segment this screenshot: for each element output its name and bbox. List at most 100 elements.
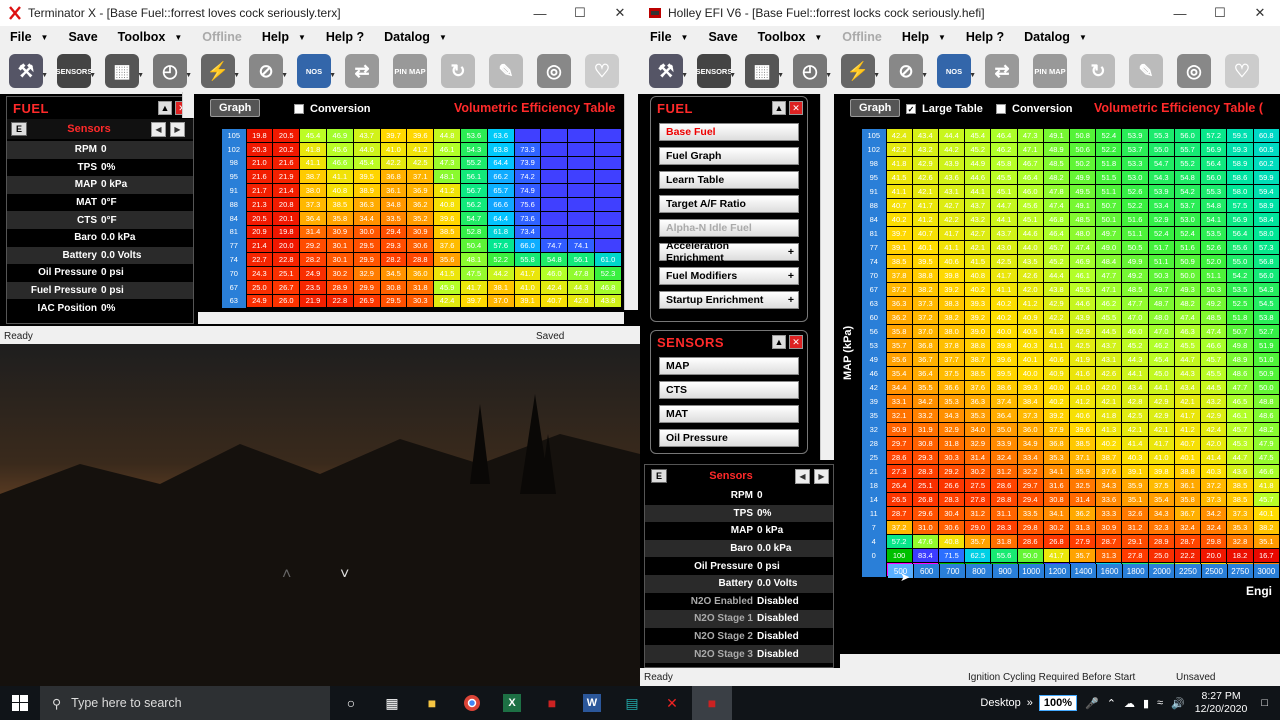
- ve-cell[interactable]: 49.3: [1173, 282, 1202, 297]
- ve-cell[interactable]: 46.8: [594, 279, 622, 295]
- ve-cell[interactable]: 48.2: [1252, 422, 1280, 437]
- ve-cell[interactable]: 37.2: [885, 282, 913, 297]
- ve-cell[interactable]: 53.6: [460, 128, 488, 143]
- ve-cell[interactable]: [567, 155, 596, 171]
- ve-cell[interactable]: 54.8: [540, 252, 569, 267]
- ve-cell[interactable]: 27.8: [1121, 548, 1149, 563]
- ve-cell[interactable]: 73.9: [513, 155, 542, 171]
- ve-cell[interactable]: [567, 141, 596, 157]
- ve-cell[interactable]: 52.0: [1200, 254, 1228, 269]
- ve-cell[interactable]: 46.9: [325, 128, 354, 143]
- ve-cell[interactable]: 44.2: [486, 265, 515, 281]
- ve-cell[interactable]: 25.0: [245, 279, 274, 295]
- right-ve-table[interactable]: 105 42.4 43.4 44.4 45.4 46.4 47.3 49.1 50.8 52.4 5…: [862, 128, 1280, 577]
- ve-cell[interactable]: 37.5: [937, 366, 966, 381]
- goggles-button[interactable]: ◎: [1170, 51, 1218, 91]
- ve-cell[interactable]: 57.6: [486, 238, 515, 254]
- ve-cell[interactable]: 44.3: [1121, 352, 1149, 367]
- ve-cell[interactable]: 32.4: [1173, 520, 1202, 535]
- ve-cell[interactable]: 26.5: [885, 492, 913, 507]
- ve-cell[interactable]: 41.2: [1016, 296, 1044, 311]
- ve-cell[interactable]: 52.9: [1147, 212, 1175, 227]
- ve-cell[interactable]: 27.3: [885, 464, 913, 479]
- ve-cell[interactable]: 59.3: [1226, 142, 1254, 157]
- ve-cell[interactable]: 50.9: [1252, 366, 1280, 381]
- injector-button[interactable]: ⚒ ▼: [2, 51, 50, 91]
- ve-cell[interactable]: 36.8: [911, 338, 939, 353]
- ve-cell[interactable]: 39.6: [1069, 422, 1097, 437]
- transfer-button[interactable]: ⇄: [338, 51, 386, 91]
- ve-cell[interactable]: 74.9: [513, 183, 542, 198]
- ve-cell[interactable]: 46.1: [1069, 268, 1097, 283]
- ve-cell[interactable]: 41.1: [299, 155, 327, 171]
- ve-cell[interactable]: 32.2: [1016, 464, 1044, 479]
- ve-cell[interactable]: 73.3: [513, 141, 542, 157]
- dropdown-caret-icon[interactable]: ▼: [89, 72, 96, 79]
- ve-cell[interactable]: 54.8: [1200, 198, 1228, 213]
- ve-cell[interactable]: 48.2: [1173, 296, 1202, 311]
- ve-cell[interactable]: 41.8: [1252, 478, 1280, 493]
- left-table-scrollbar-h[interactable]: [198, 312, 624, 324]
- ve-cell[interactable]: 37.3: [299, 196, 327, 212]
- ve-cell[interactable]: 45.7: [1226, 422, 1254, 437]
- ve-cell[interactable]: 35.8: [325, 210, 354, 226]
- ve-cell[interactable]: 39.7: [379, 128, 408, 143]
- ve-cell[interactable]: 38.6: [990, 380, 1018, 395]
- ve-cell[interactable]: 31.0: [911, 520, 939, 535]
- ve-cell[interactable]: 39.5: [352, 169, 381, 185]
- ve-cell[interactable]: 53.9: [1147, 184, 1175, 199]
- left-ve-table[interactable]: 105 19.8 20.5 45.4 46.9 43.7 39.7 39.6 44.8 53.6 6…: [222, 128, 622, 309]
- refresh-button[interactable]: ↻: [1074, 51, 1122, 91]
- ve-cell[interactable]: 48.2: [1042, 170, 1071, 185]
- ve-cell[interactable]: 30.9: [885, 422, 913, 437]
- ve-cell[interactable]: 36.2: [885, 310, 913, 325]
- ve-cell[interactable]: 30.9: [1095, 520, 1123, 535]
- nos-button[interactable]: NOS ▼: [930, 51, 978, 91]
- ve-cell[interactable]: 40.1: [1173, 450, 1202, 465]
- spark-plug-button[interactable]: ⚡ ▼: [834, 51, 882, 91]
- ve-cell[interactable]: 41.5: [433, 265, 461, 281]
- ve-cell[interactable]: 49.2: [1200, 296, 1228, 311]
- left-panel-scrollbar[interactable]: [182, 92, 194, 118]
- ve-cell[interactable]: 45.6: [325, 141, 354, 157]
- word-icon[interactable]: W: [572, 686, 612, 720]
- ve-cell[interactable]: [540, 128, 569, 143]
- ve-cell[interactable]: 29.0: [964, 520, 992, 535]
- minimize-button[interactable]: —: [520, 0, 560, 26]
- ve-cell[interactable]: 34.8: [379, 196, 408, 212]
- menu-item-help[interactable]: Help ▼: [892, 30, 956, 44]
- ve-cell[interactable]: 48.9: [1042, 142, 1071, 157]
- clock[interactable]: 8:27 PM 12/20/2020: [1195, 690, 1248, 716]
- ve-cell[interactable]: [513, 128, 542, 143]
- ve-cell[interactable]: [594, 169, 622, 185]
- ve-cell[interactable]: 42.0: [1200, 436, 1228, 451]
- ve-cell[interactable]: 45.2: [1042, 254, 1071, 269]
- ve-cell[interactable]: 36.1: [1173, 478, 1202, 493]
- ve-cell[interactable]: 47.7: [1226, 380, 1254, 395]
- ve-cell[interactable]: 40.2: [990, 310, 1018, 325]
- ve-cell[interactable]: 27.5: [964, 478, 992, 493]
- ve-cell[interactable]: 54.3: [1252, 282, 1280, 297]
- terminator-x-app-icon[interactable]: ✕: [652, 686, 692, 720]
- ve-cell[interactable]: 41.1: [937, 240, 966, 255]
- gauge-button[interactable]: ◴ ▼: [146, 51, 194, 91]
- ve-cell[interactable]: 37.1: [406, 169, 435, 185]
- ve-cell[interactable]: [540, 169, 569, 185]
- dropdown-caret-icon[interactable]: ▼: [681, 72, 688, 79]
- ve-cell[interactable]: 33.5: [379, 210, 408, 226]
- tray-overflow-icon[interactable]: ⌃: [1107, 697, 1116, 710]
- ve-cell[interactable]: 32.8: [1226, 534, 1254, 549]
- ve-cell[interactable]: 41.8: [1095, 408, 1123, 423]
- ve-cell[interactable]: 31.6: [1042, 478, 1071, 493]
- menu-item-toolbox[interactable]: Toolbox ▼: [108, 30, 193, 44]
- ve-cell[interactable]: 44.0: [352, 141, 381, 157]
- ve-cell[interactable]: 55.6: [990, 548, 1018, 563]
- prev-arrow-icon[interactable]: ◀: [794, 468, 810, 484]
- ve-cell[interactable]: 41.8: [885, 156, 913, 171]
- ve-cell[interactable]: 42.9: [1069, 324, 1097, 339]
- ve-cell[interactable]: 34.2: [911, 394, 939, 409]
- ve-cell[interactable]: 26.8: [1042, 534, 1071, 549]
- ve-cell[interactable]: 47.4: [1173, 310, 1202, 325]
- ve-cell[interactable]: 54.8: [1173, 170, 1202, 185]
- ve-cell[interactable]: 39.3: [964, 296, 992, 311]
